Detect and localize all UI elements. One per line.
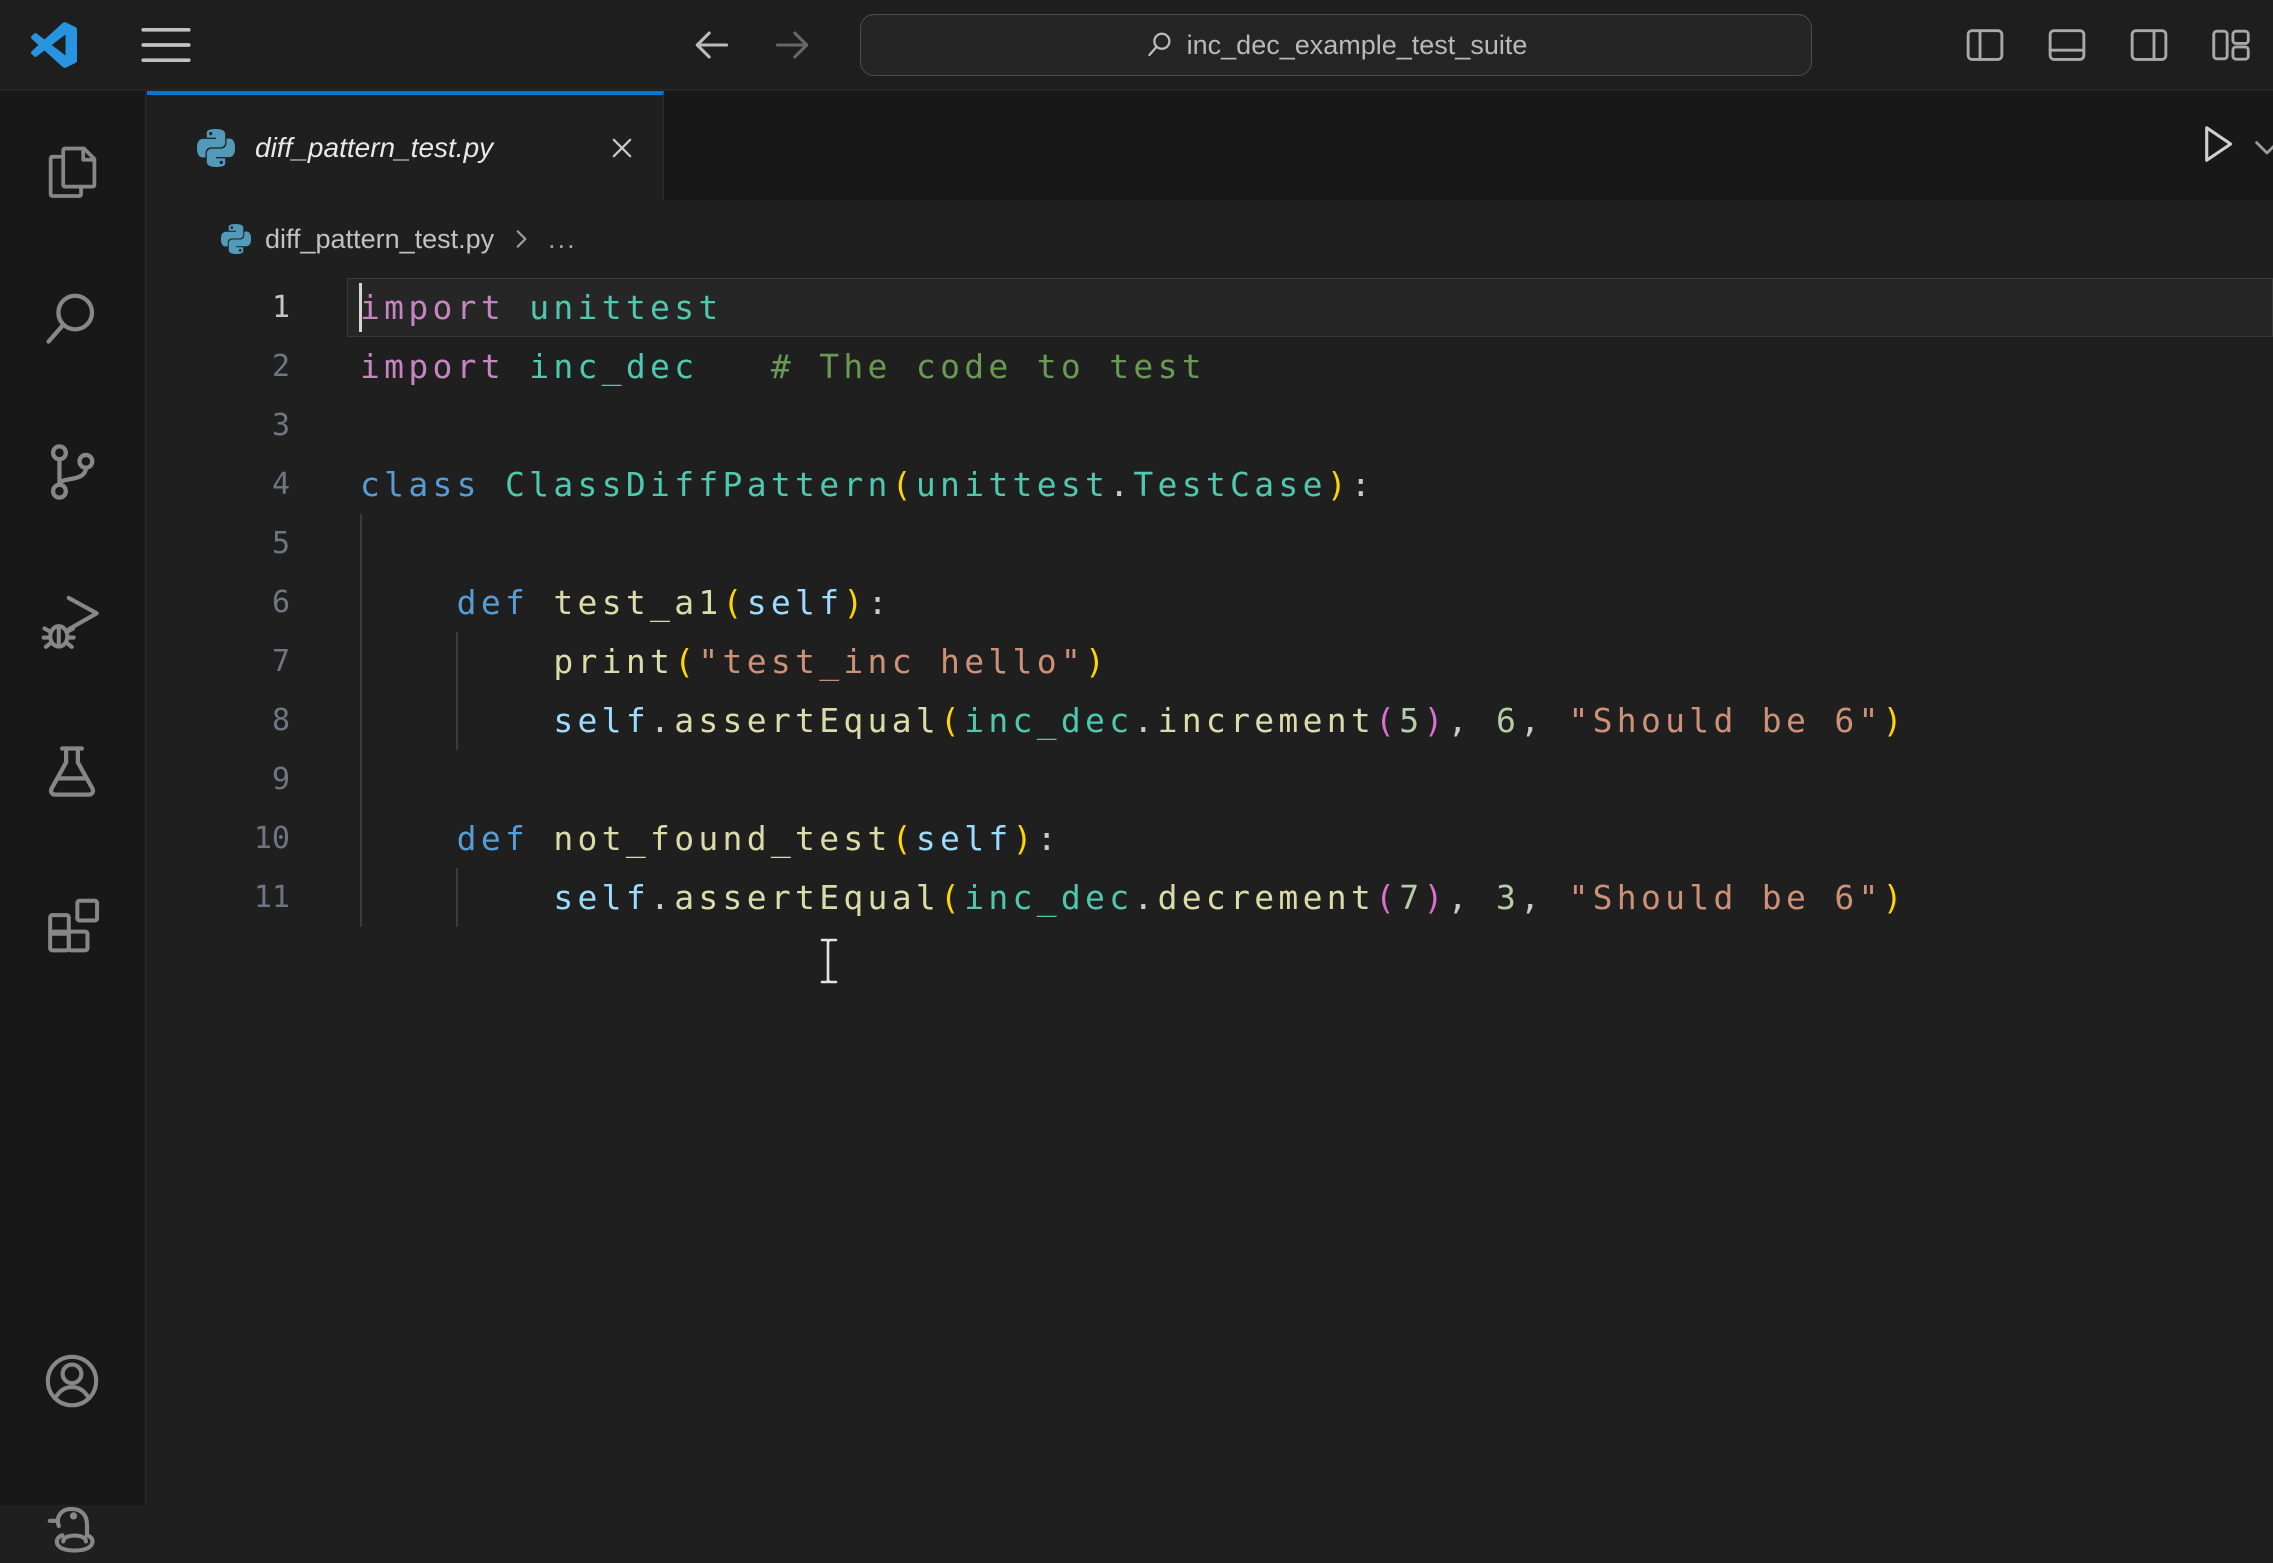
accounts-icon[interactable] [36,1345,108,1417]
tab-bar: diff_pattern_test.py [147,91,2273,200]
code-line[interactable]: 7 print("test_inc hello") [147,632,2273,691]
line-number[interactable]: 8 [147,703,290,738]
code-line[interactable]: 1 import unittest [147,278,2273,337]
code-line[interactable]: 11 self.assertEqual(inc_dec.decrement(7)… [147,868,2273,927]
toggle-primary-sidebar-icon[interactable] [1961,21,2009,69]
source-control-icon[interactable] [36,436,108,508]
tab-diff-pattern-test[interactable]: diff_pattern_test.py [147,91,664,200]
line-number[interactable]: 6 [147,585,290,620]
python-file-icon [197,128,235,167]
go-back-icon[interactable] [686,20,736,70]
command-center-search[interactable]: inc_dec_example_test_suite [860,14,1812,76]
python-environments-icon[interactable] [36,1491,108,1563]
testing-icon[interactable] [36,736,108,808]
menu-icon[interactable] [138,22,194,68]
code-text[interactable]: self.assertEqual(inc_dec.decrement(7), 3… [360,878,1907,917]
code-line[interactable]: 8 self.assertEqual(inc_dec.increment(5),… [147,691,2273,750]
line-number[interactable]: 1 [147,290,290,325]
code-line[interactable]: 2 import inc_dec # The code to test [147,337,2273,396]
search-icon [1145,30,1175,60]
activity-bar [0,91,146,1553]
vscode-window: { "accent_color": "#0078d4", "titlebar":… [0,0,2273,1553]
line-number[interactable]: 5 [147,526,290,561]
code-line[interactable]: 9 [147,750,2273,809]
breadcrumb-file[interactable]: diff_pattern_test.py [265,224,494,255]
chevron-right-icon [508,226,534,252]
breadcrumb-symbol[interactable]: ... [548,224,577,255]
go-forward-icon[interactable] [768,20,818,70]
line-number[interactable]: 7 [147,644,290,679]
line-number[interactable]: 3 [147,408,290,443]
code-text[interactable]: class ClassDiffPattern(unittest.TestCase… [360,465,1375,504]
code-line[interactable]: 6 def test_a1(self): [147,573,2273,632]
extensions-icon[interactable] [36,885,108,957]
customize-layout-icon[interactable] [2207,21,2255,69]
close-tab-icon[interactable] [603,129,641,167]
code-text[interactable]: self.assertEqual(inc_dec.increment(5), 6… [360,701,1907,740]
code-text[interactable]: def not_found_test(self): [360,819,1061,858]
line-number[interactable]: 4 [147,467,290,502]
code-text[interactable]: import inc_dec # The code to test [360,347,1206,386]
line-number[interactable]: 2 [147,349,290,384]
breadcrumb: diff_pattern_test.py ... [147,200,2273,278]
toggle-secondary-sidebar-icon[interactable] [2125,21,2173,69]
run-and-debug-icon[interactable] [36,585,108,657]
line-number[interactable]: 9 [147,762,290,797]
vscode-logo-icon [30,21,78,69]
code-line[interactable]: 10 def not_found_test(self): [147,809,2273,868]
code-line[interactable]: 3 [147,396,2273,455]
python-file-icon [221,224,251,254]
run-python-file-icon[interactable] [2189,119,2239,169]
search-view-icon[interactable] [36,284,108,356]
code-area[interactable]: 1 import unittest 2 import inc_dec # The co… [147,278,2273,1505]
line-number[interactable]: 10 [147,821,290,856]
explorer-icon[interactable] [36,136,108,208]
code-text[interactable]: print("test_inc hello") [360,642,1109,681]
text-cursor [359,283,362,332]
line-number[interactable]: 11 [147,880,290,915]
toggle-panel-icon[interactable] [2043,21,2091,69]
title-bar: inc_dec_example_test_suite [0,0,2273,90]
command-center-label: inc_dec_example_test_suite [1186,29,1528,60]
run-options-chevron-down-icon[interactable] [2249,129,2273,165]
code-text[interactable]: import unittest [360,288,723,327]
tab-label: diff_pattern_test.py [255,131,494,163]
code-text[interactable]: def test_a1(self): [360,583,892,622]
code-line[interactable]: 5 [147,514,2273,573]
code-line[interactable]: 4 class ClassDiffPattern(unittest.TestCas… [147,455,2273,514]
